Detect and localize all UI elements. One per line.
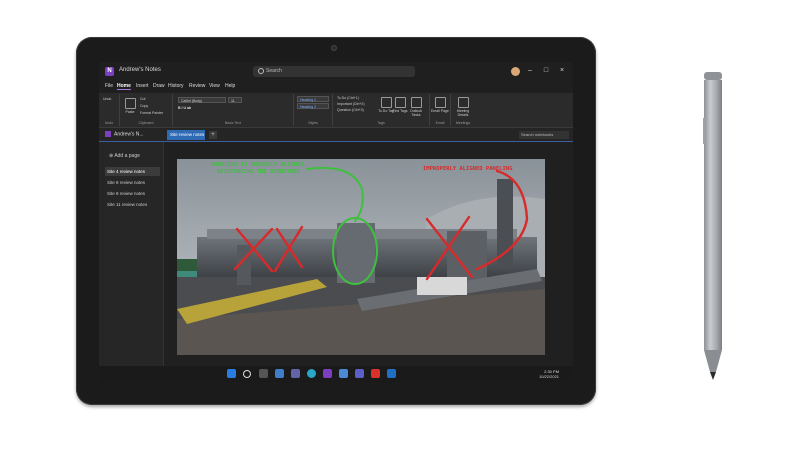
menu-view[interactable]: View — [209, 83, 220, 89]
widgets-icon[interactable] — [275, 369, 284, 378]
menu-home[interactable]: Home — [117, 83, 131, 90]
meeting-details-label: Meeting Details — [456, 109, 470, 117]
email-page-label: Email Page — [431, 109, 449, 113]
page-item[interactable]: Site 8 review notes — [105, 178, 160, 187]
page-item[interactable]: Site 9 review notes — [105, 189, 160, 198]
notebook-selector[interactable]: Andrew's N... — [105, 131, 144, 137]
search-icon — [258, 68, 264, 74]
annotation-right: IMPROPERLY ALIGNED PANELING — [423, 166, 513, 172]
font-select[interactable]: Calibri (Body) — [178, 97, 226, 103]
add-section-button[interactable]: + — [209, 131, 217, 139]
todo-tag-icon[interactable] — [381, 97, 392, 108]
outlook-tasks-icon[interactable] — [411, 97, 422, 108]
outlook-tasks-label: Outlook Tasks — [409, 109, 423, 117]
maximize-button[interactable]: □ — [541, 66, 551, 76]
paste-icon[interactable] — [125, 98, 136, 109]
task-view-icon[interactable] — [259, 369, 268, 378]
format-painter-button[interactable]: Format Painter — [140, 111, 163, 116]
search-box[interactable]: Search — [253, 66, 415, 77]
add-page-button[interactable]: ⊕ Add a page — [109, 153, 140, 159]
ribbon-group-email: Email Page Email — [430, 94, 451, 126]
tag-question[interactable]: Question (Ctrl+3) — [337, 108, 364, 113]
notebook-icon — [105, 131, 111, 137]
menu-help[interactable]: Help — [225, 83, 235, 89]
ribbon-label-styles: Styles — [308, 121, 318, 125]
ribbon-group-styles: Heading 1 Heading 2 Styles — [294, 94, 333, 126]
ribbon-group-clipboard: Paste Cut Copy Format Painter Clipboard — [120, 94, 173, 126]
ribbon-label-meetings: Meetings — [455, 121, 471, 125]
tag-important[interactable]: Important (Ctrl+2) — [337, 102, 365, 107]
teams-icon[interactable] — [291, 369, 300, 378]
ribbon-group-basic-text: Calibri (Body) 11 B I U ab Basic Text — [173, 94, 294, 126]
add-page-label: Add a page — [114, 153, 140, 159]
paste-label: Paste — [125, 110, 135, 114]
ribbon-label-undo: Undo — [104, 121, 114, 125]
minimize-button[interactable]: – — [525, 66, 535, 76]
menu-draw[interactable]: Draw — [153, 83, 165, 89]
construction-photo: PANELING IS PROPERLY ALIGNED, REINFORCIN… — [177, 159, 545, 355]
ribbon-group-tags: To Do (Ctrl+1) Important (Ctrl+2) Questi… — [333, 94, 430, 126]
style-heading2[interactable]: Heading 2 — [297, 103, 329, 109]
window-title: Andrew's Notes — [119, 67, 161, 73]
page-item[interactable]: Site 4 review notes — [105, 167, 160, 176]
menu-bar: File Home Insert Draw History Review Vie… — [99, 82, 573, 92]
annotation-left-line2: REINFORCING THE STRUCTURE — [217, 169, 300, 175]
clock-date: 10/22/2021 — [539, 374, 560, 379]
ribbon-group-undo: Undo Undo — [99, 94, 120, 126]
ribbon-label-tags: Tags — [377, 121, 385, 125]
tag-todo[interactable]: To Do (Ctrl+1) — [337, 96, 359, 101]
undo-button[interactable]: Undo — [103, 97, 111, 102]
page-list: ⊕ Add a page Site 4 review notes Site 8 … — [99, 142, 164, 366]
search-icon[interactable] — [243, 370, 251, 378]
find-tags-icon[interactable] — [395, 97, 406, 108]
clock[interactable]: 2:30 PM 10/22/2021 — [539, 369, 559, 379]
note-canvas[interactable]: PANELING IS PROPERLY ALIGNED, REINFORCIN… — [164, 142, 573, 366]
avatar[interactable] — [511, 67, 520, 76]
close-button[interactable]: × — [557, 66, 567, 76]
store-icon[interactable] — [339, 369, 348, 378]
search-notebooks[interactable]: Search notebooks — [519, 131, 569, 139]
menu-insert[interactable]: Insert — [136, 83, 149, 89]
taskbar: 2:30 PM 10/22/2021 — [99, 366, 573, 382]
copy-button[interactable]: Copy — [140, 104, 148, 109]
teams-app-icon[interactable] — [355, 369, 364, 378]
notebook-bar: Andrew's N... Site review notes + Search… — [99, 128, 573, 142]
surface-pen — [703, 72, 722, 380]
email-page-icon[interactable] — [435, 97, 446, 108]
ribbon-label-clipboard: Clipboard — [138, 121, 154, 125]
style-heading1[interactable]: Heading 1 — [297, 96, 329, 102]
edge-icon[interactable] — [307, 369, 316, 378]
tab-site-review-notes[interactable]: Site review notes — [167, 130, 205, 140]
screen: N Andrew's Notes Search – □ × File Home … — [99, 62, 573, 382]
menu-file[interactable]: File — [105, 83, 113, 89]
search-placeholder: Search — [266, 68, 282, 74]
notebook-name: Andrew's N... — [114, 131, 144, 138]
page-item[interactable]: Site 11 review notes — [105, 200, 160, 209]
onenote-icon: N — [105, 67, 114, 76]
meeting-details-icon[interactable] — [458, 97, 469, 108]
menu-review[interactable]: Review — [189, 83, 205, 89]
annotation-left-line1: PANELING IS PROPERLY ALIGNED, — [211, 162, 307, 168]
acrobat-icon[interactable] — [371, 369, 380, 378]
title-bar: N Andrew's Notes Search – □ × — [99, 62, 573, 82]
outlook-icon[interactable] — [387, 369, 396, 378]
font-size-select[interactable]: 11 — [228, 97, 242, 103]
ribbon-group-meetings: Meeting Details Meetings — [451, 94, 475, 126]
onenote-icon[interactable] — [323, 369, 332, 378]
front-camera — [331, 45, 337, 51]
ribbon-label-basic-text: Basic Text — [225, 121, 241, 125]
windows-icon[interactable] — [227, 369, 236, 378]
format-icons[interactable]: B I U ab — [178, 106, 191, 111]
ribbon-label-email: Email — [435, 121, 445, 125]
cut-button[interactable]: Cut — [140, 97, 145, 102]
ribbon: Undo Undo Paste Cut Copy Format Painter … — [99, 93, 573, 128]
menu-history[interactable]: History — [168, 83, 184, 89]
